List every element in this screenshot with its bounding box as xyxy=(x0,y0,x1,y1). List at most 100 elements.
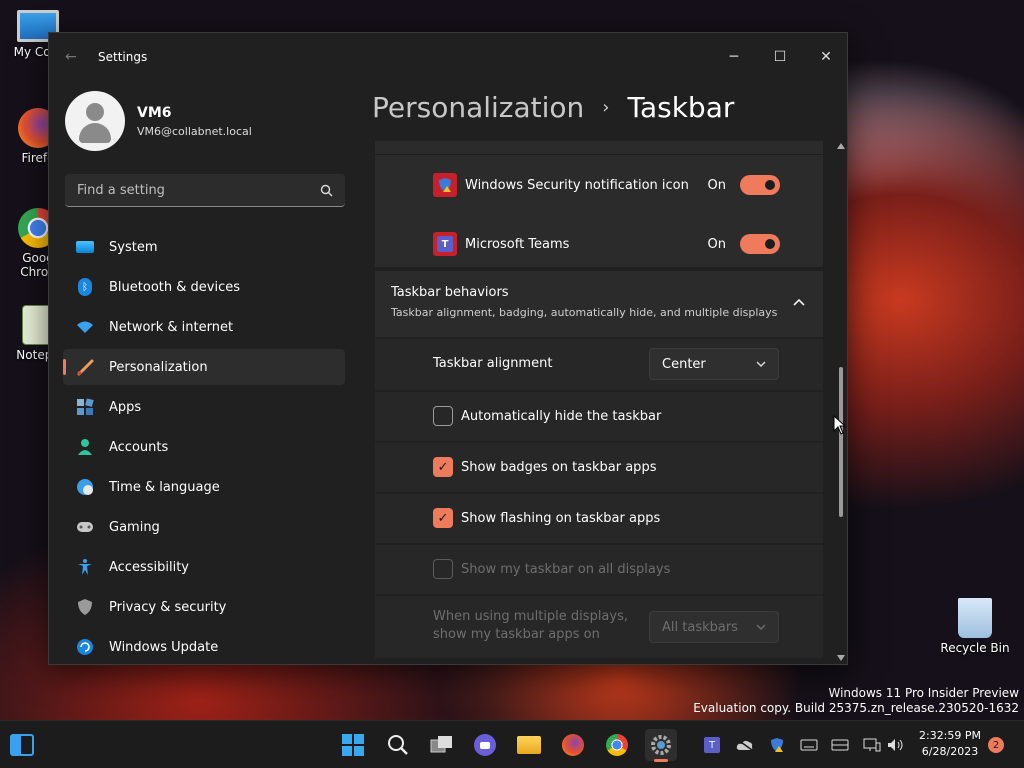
search-button[interactable] xyxy=(382,729,414,761)
page-title: Taskbar xyxy=(627,91,735,124)
touch-keyboard-icon[interactable] xyxy=(830,735,850,755)
sidebar-item-label: Gaming xyxy=(109,519,160,535)
sidebar-item-bluetooth[interactable]: ᛒ Bluetooth & devices xyxy=(63,269,345,305)
widgets-button[interactable] xyxy=(6,729,38,761)
sidebar-item-gaming[interactable]: Gaming xyxy=(63,509,345,545)
settings-taskbar-button[interactable] xyxy=(645,729,677,762)
chat-button[interactable] xyxy=(469,729,501,761)
search-placeholder: Find a setting xyxy=(77,182,165,198)
mouse-cursor-icon xyxy=(833,415,845,435)
setting-row-microsoft-teams: T Microsoft Teams On xyxy=(375,230,823,258)
wifi-icon xyxy=(75,317,95,337)
active-indicator xyxy=(654,759,668,762)
scrollbar-thumb[interactable] xyxy=(839,367,843,517)
scroll-up-icon[interactable] xyxy=(837,143,845,149)
notification-count: 2 xyxy=(992,739,1000,751)
scroll-down-icon[interactable] xyxy=(837,655,845,661)
task-view-icon xyxy=(430,736,452,753)
chat-icon xyxy=(474,734,496,756)
sidebar-item-network[interactable]: Network & internet xyxy=(63,309,345,345)
sidebar-item-label: Accessibility xyxy=(109,559,189,575)
file-explorer-button[interactable] xyxy=(513,729,545,761)
windows-security-icon xyxy=(433,173,457,197)
chrome-button[interactable] xyxy=(601,729,633,761)
sidebar-item-label: Network & internet xyxy=(109,319,234,335)
widgets-icon xyxy=(10,734,34,756)
search-icon xyxy=(320,184,333,196)
chrome-icon xyxy=(606,734,628,756)
task-view-button[interactable] xyxy=(426,729,458,761)
keyboard-icon[interactable] xyxy=(799,735,819,755)
sidebar-item-label: Apps xyxy=(109,399,142,415)
setting-row-windows-security: Windows Security notification icon On xyxy=(375,171,823,199)
search-input[interactable]: Find a setting xyxy=(65,174,345,207)
sidebar-item-privacy[interactable]: Privacy & security xyxy=(63,589,345,625)
setting-label: Show my taskbar on all displays xyxy=(461,561,671,577)
chevron-down-icon xyxy=(756,624,766,630)
clock[interactable]: 2:32:59 PM 6/28/2023 xyxy=(912,728,988,760)
teams-tray-icon[interactable]: T xyxy=(702,735,722,755)
maximize-button[interactable]: ☐ xyxy=(757,41,803,73)
sidebar-item-time-language[interactable]: Time & language xyxy=(63,469,345,505)
multi-display-row: When using multiple displays, show my ta… xyxy=(375,596,823,658)
desktop-icon-recycle-bin[interactable]: Recycle Bin xyxy=(940,598,1010,655)
setting-label: Microsoft Teams xyxy=(465,236,570,252)
sidebar-item-accessibility[interactable]: Accessibility xyxy=(63,549,345,585)
title-bar[interactable]: ← Settings ─ ☐ ✕ xyxy=(49,33,847,83)
firefox-button[interactable] xyxy=(557,729,589,761)
gamepad-icon xyxy=(75,517,95,537)
dropdown-value: All taskbars xyxy=(662,619,738,635)
windows-security-tray-icon[interactable] xyxy=(767,735,787,755)
sidebar-item-apps[interactable]: Apps xyxy=(63,389,345,425)
globe-clock-icon xyxy=(75,477,95,497)
back-arrow-icon[interactable]: ← xyxy=(65,49,77,65)
sidebar-item-label: Windows Update xyxy=(109,639,219,655)
window-title: Settings xyxy=(98,50,148,64)
chevron-up-icon[interactable] xyxy=(793,298,805,306)
bluetooth-icon: ᛒ xyxy=(75,277,95,297)
close-button[interactable]: ✕ xyxy=(803,41,849,73)
sidebar-item-label: Privacy & security xyxy=(109,599,227,615)
apps-icon xyxy=(75,397,95,417)
breadcrumb-parent[interactable]: Personalization xyxy=(372,91,584,124)
onedrive-icon[interactable] xyxy=(735,735,755,755)
shield-icon xyxy=(75,597,95,617)
network-icon[interactable] xyxy=(862,735,882,755)
system-icon xyxy=(75,237,95,257)
watermark-line-1: Windows 11 Pro Insider Preview xyxy=(828,686,1019,700)
sidebar-item-system[interactable]: System xyxy=(63,229,345,265)
scrollbar[interactable] xyxy=(836,141,846,663)
sidebar-item-accounts[interactable]: Accounts xyxy=(63,429,345,465)
show-flashing-checkbox[interactable]: ✓ xyxy=(433,508,453,528)
windows-logo-icon xyxy=(342,734,364,756)
user-name: VM6 xyxy=(137,104,172,121)
microsoft-teams-toggle[interactable] xyxy=(740,234,780,254)
taskbar-behaviors-header[interactable]: Taskbar behaviors Taskbar alignment, bad… xyxy=(375,271,823,337)
brush-icon xyxy=(75,357,95,377)
badges-row: ✓ Show badges on taskbar apps xyxy=(375,443,823,492)
sidebar-item-personalization[interactable]: Personalization xyxy=(63,349,345,385)
taskbar-alignment-row: Taskbar alignment Center xyxy=(375,339,823,390)
multi-display-dropdown: All taskbars xyxy=(649,611,779,643)
sidebar-item-label: Personalization xyxy=(109,359,208,375)
start-button[interactable] xyxy=(337,729,369,761)
chevron-down-icon xyxy=(756,361,766,367)
notification-badge[interactable]: 2 xyxy=(988,737,1004,753)
show-badges-checkbox[interactable]: ✓ xyxy=(433,457,453,477)
desktop-icon-label: Recycle Bin xyxy=(940,641,1010,655)
evaluation-watermark: Windows 11 Pro Insider Preview Evaluatio… xyxy=(693,686,1019,716)
user-email: VM6@collabnet.local xyxy=(137,124,252,138)
minimize-button[interactable]: ─ xyxy=(711,41,757,73)
auto-hide-checkbox[interactable] xyxy=(433,406,453,426)
teams-icon: T xyxy=(433,232,457,256)
windows-security-toggle[interactable] xyxy=(740,175,780,195)
sidebar-item-windows-update[interactable]: Windows Update xyxy=(63,629,345,665)
volume-icon[interactable] xyxy=(886,735,906,755)
chevron-right-icon: › xyxy=(602,97,610,118)
setting-label: Show badges on taskbar apps xyxy=(461,459,657,475)
setting-label: Taskbar alignment xyxy=(433,356,553,371)
user-profile[interactable]: VM6 VM6@collabnet.local xyxy=(65,91,252,151)
folder-icon xyxy=(517,736,541,754)
sidebar-nav: System ᛒ Bluetooth & devices Network & i… xyxy=(63,229,345,669)
taskbar-alignment-dropdown[interactable]: Center xyxy=(649,348,779,380)
